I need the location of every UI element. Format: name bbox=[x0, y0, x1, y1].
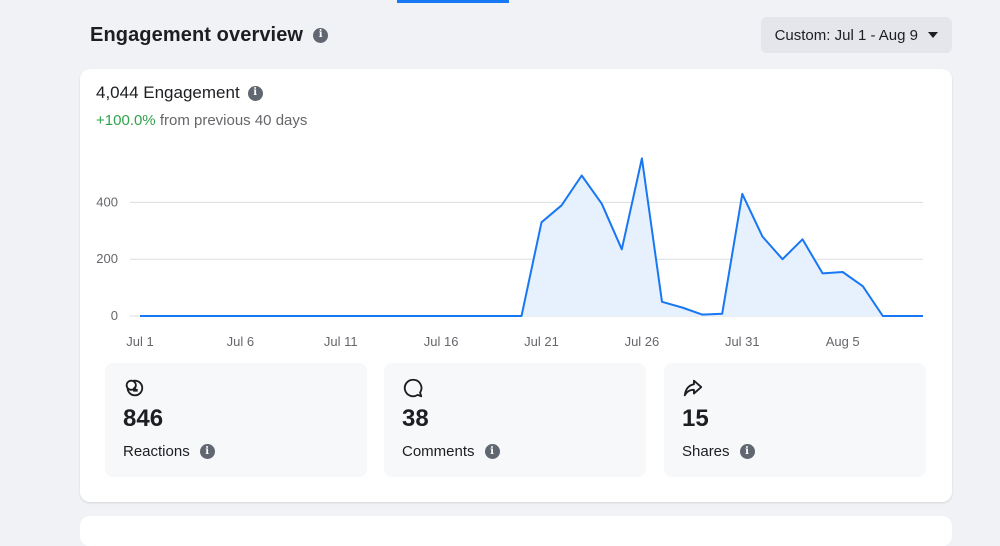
y-tick-label: 0 bbox=[111, 308, 118, 323]
info-icon[interactable]: i bbox=[739, 444, 755, 459]
stat-value: 15 bbox=[682, 405, 709, 432]
y-tick-label: 400 bbox=[96, 194, 118, 209]
x-tick-label: Jul 21 bbox=[524, 334, 559, 349]
reactions-icon bbox=[125, 379, 144, 397]
stat-value: 846 bbox=[123, 405, 164, 432]
stat-label: Shares bbox=[682, 443, 730, 460]
x-tick-label: Jul 6 bbox=[227, 334, 254, 349]
date-range-label: Custom: Jul 1 - Aug 9 bbox=[774, 26, 918, 44]
info-icon[interactable]: i bbox=[313, 27, 329, 43]
stat-label: Reactions bbox=[123, 443, 190, 460]
stat-label-row: Comments i bbox=[402, 443, 500, 460]
info-icon[interactable]: i bbox=[484, 444, 500, 459]
series-area bbox=[140, 158, 923, 316]
comments-icon bbox=[403, 378, 423, 398]
x-tick-label: Jul 26 bbox=[625, 334, 660, 349]
x-tick-label: Jul 31 bbox=[725, 334, 760, 349]
stat-label-row: Reactions i bbox=[123, 443, 215, 460]
y-tick-label: 200 bbox=[96, 251, 118, 266]
shares-icon bbox=[683, 379, 703, 397]
active-tab-indicator bbox=[397, 0, 509, 3]
section-title: Engagement overview bbox=[90, 23, 304, 46]
stat-comments: 38 Comments i bbox=[384, 363, 646, 477]
info-icon[interactable]: i bbox=[199, 444, 215, 459]
title-wrap: Engagement overview i bbox=[90, 23, 329, 47]
stat-label-row: Shares i bbox=[682, 443, 755, 460]
next-card bbox=[80, 516, 952, 546]
engagement-chart: 0 200 400 Jul 1 Jul 6 Jul 11 Jul 16 Jul 21 Jul 2… bbox=[96, 157, 923, 349]
section-header: Engagement overview i Custom: Jul 1 - Au… bbox=[90, 17, 952, 53]
stat-label: Comments bbox=[402, 443, 475, 460]
date-range-dropdown[interactable]: Custom: Jul 1 - Aug 9 bbox=[760, 17, 952, 53]
x-tick-label: Jul 11 bbox=[324, 334, 358, 349]
engagement-card: 4,044 Engagement i +100.0% from previous… bbox=[80, 69, 952, 502]
x-tick-label: Aug 5 bbox=[826, 334, 860, 349]
caret-down-icon bbox=[928, 32, 938, 38]
stat-reactions: 846 Reactions i bbox=[105, 363, 367, 477]
x-tick-label: Jul 1 bbox=[126, 334, 153, 349]
stat-value: 38 bbox=[402, 405, 429, 432]
x-tick-label: Jul 16 bbox=[424, 334, 459, 349]
stat-shares: 15 Shares i bbox=[664, 363, 926, 477]
